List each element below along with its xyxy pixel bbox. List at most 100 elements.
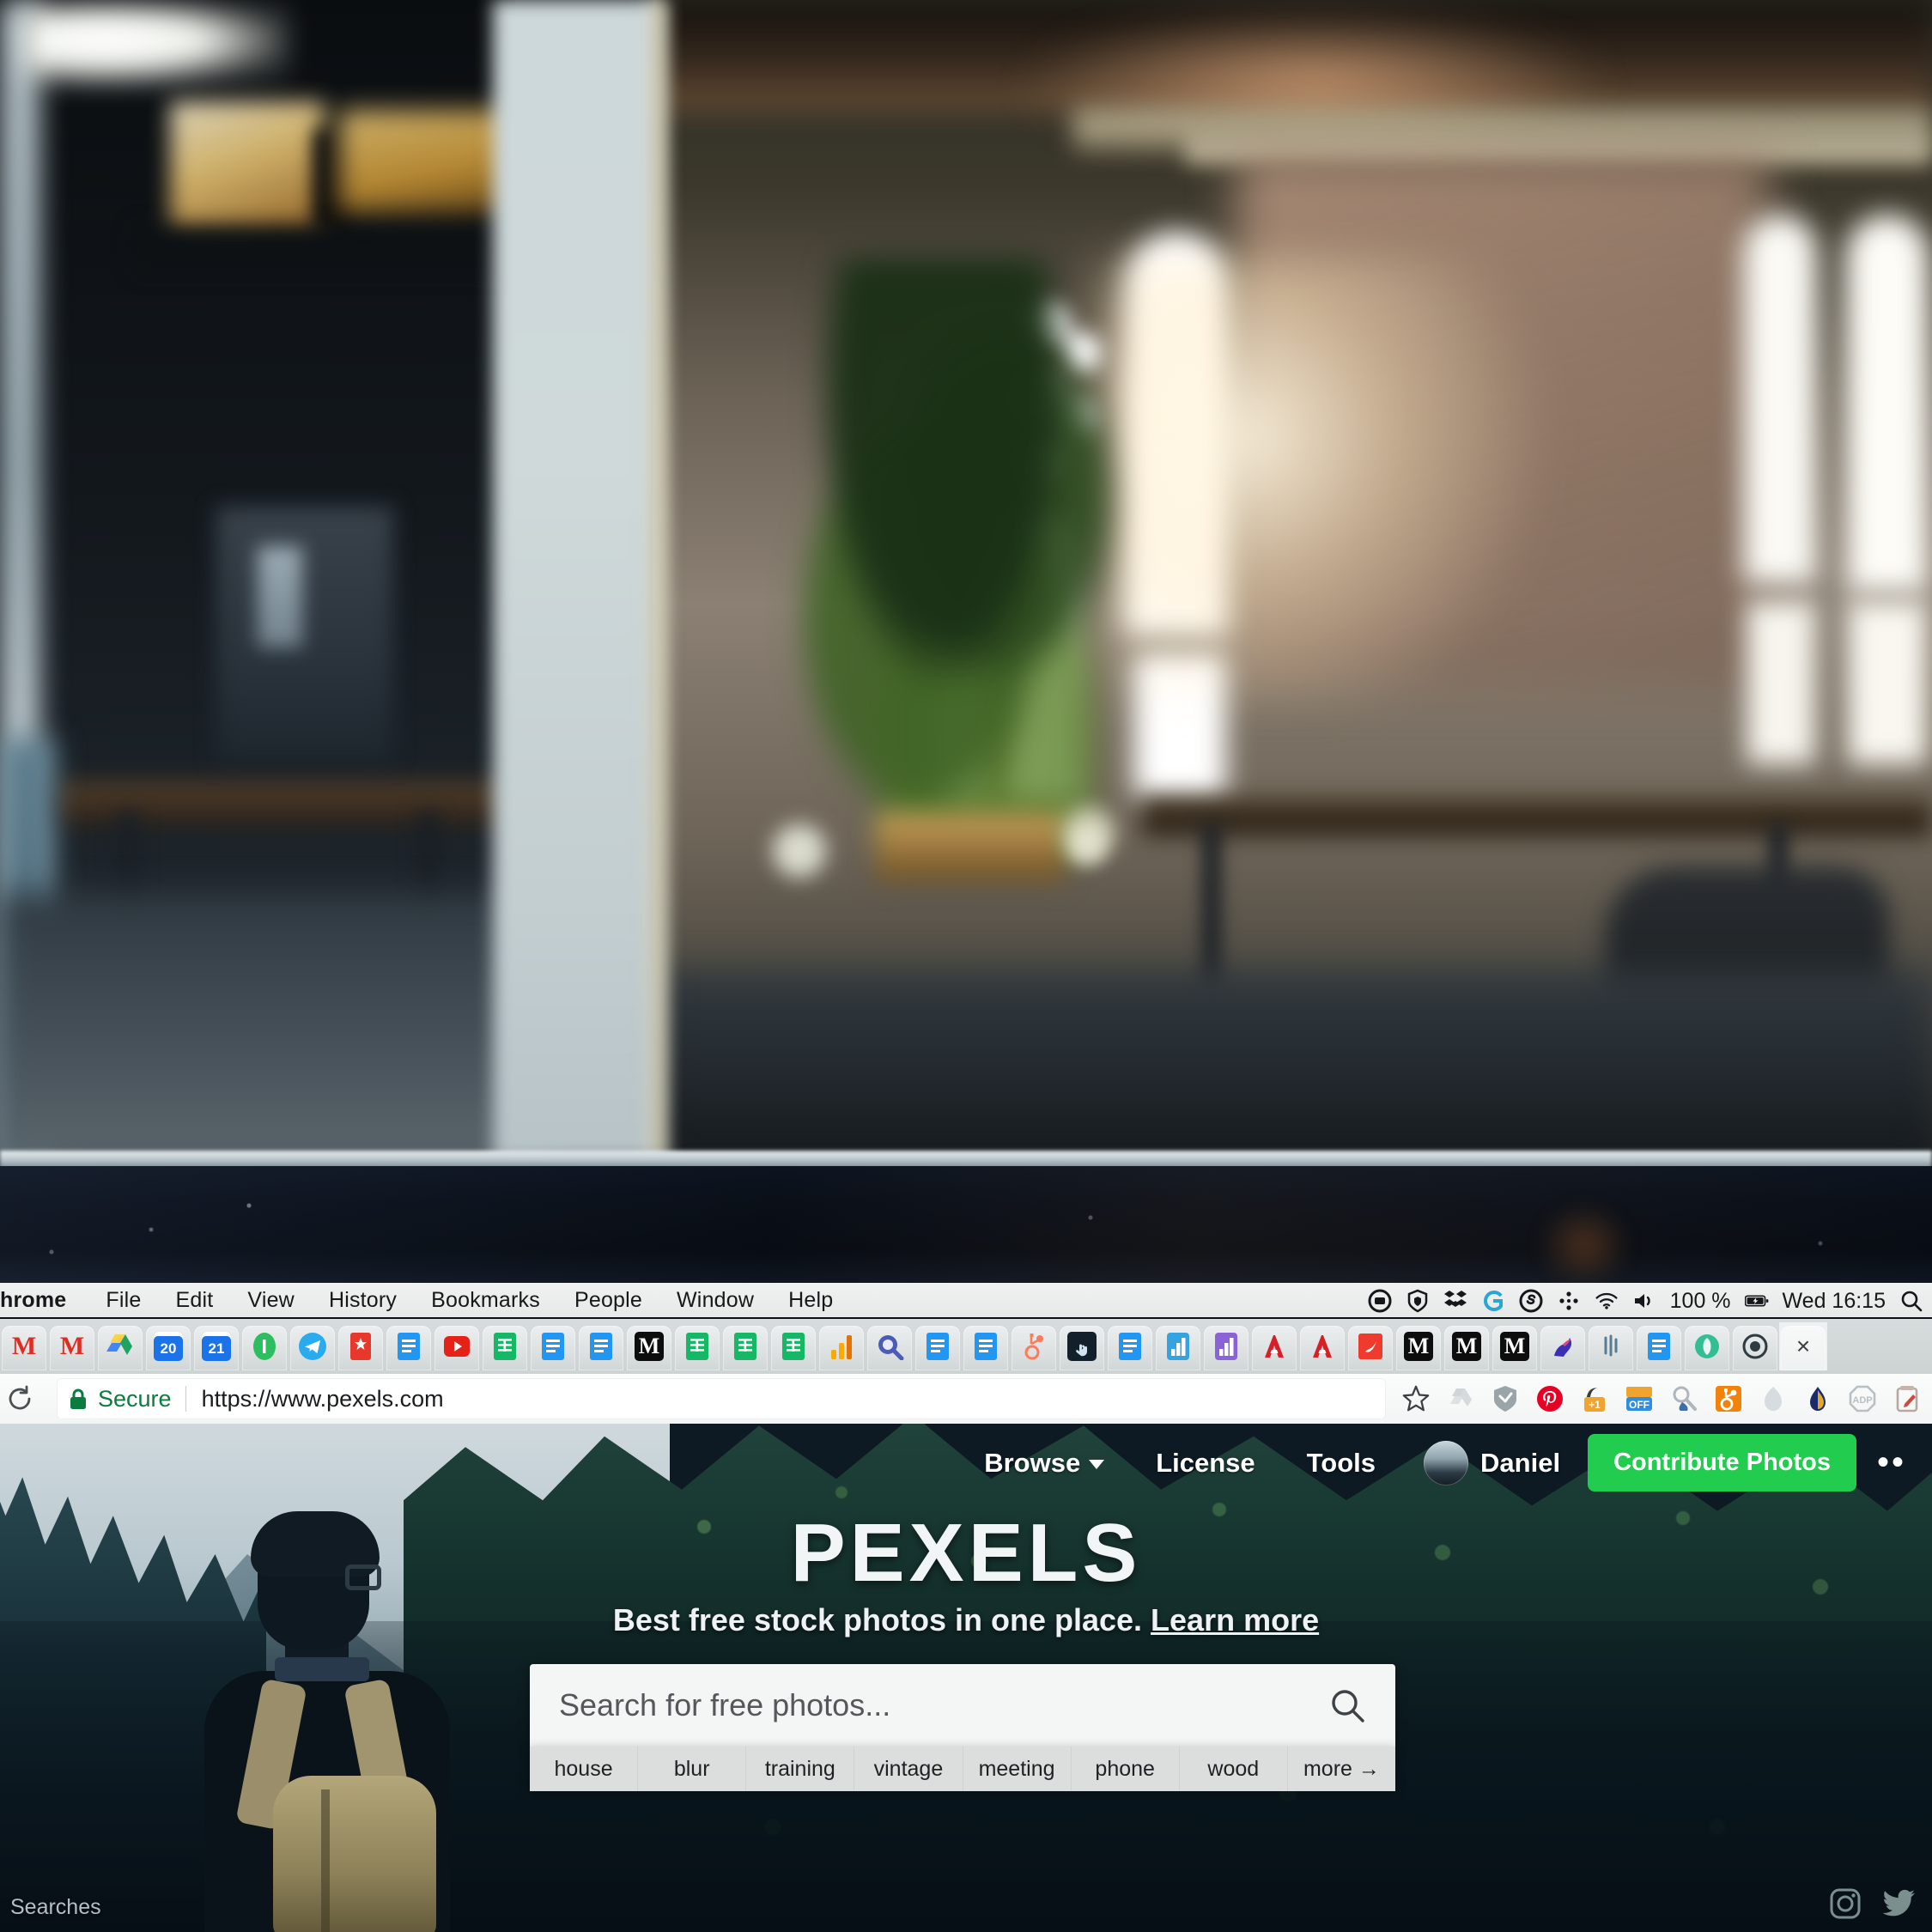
menu-bookmarks[interactable]: Bookmarks <box>414 1288 557 1313</box>
evernote-bookmark[interactable] <box>240 1322 289 1370</box>
search-tag-1[interactable]: house <box>530 1747 639 1791</box>
medium-bookmark[interactable]: M <box>625 1322 673 1370</box>
bookmark-star-icon[interactable] <box>1401 1384 1431 1413</box>
google-drive-bookmark[interactable] <box>96 1322 144 1370</box>
menu-history[interactable]: History <box>312 1288 414 1313</box>
url-text[interactable]: https://www.pexels.com <box>202 1386 444 1413</box>
chevron-down-icon <box>1089 1459 1105 1469</box>
username-label[interactable]: Daniel <box>1480 1448 1560 1479</box>
menu-people[interactable]: People <box>557 1288 659 1313</box>
shield-icon[interactable] <box>1406 1289 1430 1313</box>
menu-edit[interactable]: Edit <box>159 1288 231 1313</box>
shield-grey-extension[interactable] <box>1759 1384 1788 1413</box>
unsplash-horse-bookmark[interactable] <box>1539 1322 1587 1370</box>
search-tag-6[interactable]: phone <box>1072 1747 1180 1791</box>
shutter-bookmark[interactable] <box>1731 1322 1779 1370</box>
screenshot-root: hrome File Edit View History Bookmarks P… <box>0 0 1932 1932</box>
google-docs-5-bookmark[interactable] <box>962 1322 1010 1370</box>
notes-extension[interactable] <box>1893 1384 1922 1413</box>
search-tag-5[interactable]: meeting <box>963 1747 1072 1791</box>
toggle-off-extension[interactable]: OFF <box>1625 1384 1654 1413</box>
google-docs-7-bookmark[interactable] <box>1635 1322 1683 1370</box>
reload-icon[interactable] <box>5 1384 34 1413</box>
youtube-bookmark[interactable] <box>433 1322 481 1370</box>
telegram-bookmark[interactable] <box>289 1322 337 1370</box>
search-tag-3[interactable]: training <box>746 1747 855 1791</box>
nav-item-tools[interactable]: Tools <box>1281 1448 1401 1479</box>
lastpass-extension[interactable] <box>1491 1384 1520 1413</box>
adblock-plus-extension[interactable]: ADP <box>1848 1384 1877 1413</box>
search-tag-8[interactable]: more → <box>1288 1747 1395 1791</box>
search-icon[interactable] <box>1328 1686 1366 1724</box>
dropbox-icon[interactable] <box>1443 1289 1467 1313</box>
browser-url-bar: Secure https://www.pexels.com +1 OFF ADP <box>0 1374 1932 1424</box>
menu-view[interactable]: View <box>230 1288 312 1313</box>
search-box[interactable]: Search for free photos... <box>530 1664 1395 1747</box>
adobe-2-bookmark[interactable] <box>1298 1322 1346 1370</box>
hubspot-extension[interactable] <box>1714 1384 1743 1413</box>
search-tag-4[interactable]: vintage <box>854 1747 963 1791</box>
pinterest-extension[interactable] <box>1535 1384 1564 1413</box>
google-docs-bookmark[interactable] <box>385 1322 433 1370</box>
google-sheets-3-bookmark[interactable] <box>721 1322 769 1370</box>
google-sheets-2-bookmark[interactable] <box>673 1322 721 1370</box>
grammar-plus-one-extension[interactable]: +1 <box>1580 1384 1609 1413</box>
contribute-photos-button[interactable]: Contribute Photos <box>1588 1434 1856 1492</box>
chart-purple-bookmark[interactable] <box>1202 1322 1250 1370</box>
medium-2-bookmark[interactable]: M <box>1394 1322 1443 1370</box>
tagline-text: Best free stock photos in one place. <box>612 1602 1143 1637</box>
clock[interactable]: Wed 16:15 <box>1783 1289 1886 1314</box>
nav-item-browse[interactable]: Browse <box>958 1448 1130 1479</box>
calendar-20-bookmark[interactable]: 20 <box>144 1322 192 1370</box>
omnibox-actions: +1 OFF ADP <box>1386 1384 1932 1413</box>
logitech-g-icon[interactable] <box>1481 1289 1505 1313</box>
bluetooth-snap-icon[interactable] <box>1557 1289 1581 1313</box>
medium-3-bookmark[interactable]: M <box>1443 1322 1491 1370</box>
search-input[interactable]: Search for free photos... <box>559 1687 1328 1723</box>
adobe-bookmark[interactable] <box>1250 1322 1298 1370</box>
search-tag-2[interactable]: blur <box>638 1747 747 1791</box>
close-tab[interactable]: × <box>1779 1322 1827 1370</box>
omnibox[interactable]: Secure https://www.pexels.com <box>57 1378 1386 1419</box>
google-sheets-4-bookmark[interactable] <box>769 1322 817 1370</box>
video-camera-icon[interactable] <box>1368 1289 1392 1313</box>
instagram-icon[interactable] <box>1829 1887 1862 1920</box>
wifi-icon[interactable] <box>1595 1289 1619 1313</box>
battery-charging-icon[interactable] <box>1744 1289 1769 1313</box>
dark-hand-bookmark[interactable] <box>1058 1322 1106 1370</box>
google-docs-3-bookmark[interactable] <box>577 1322 625 1370</box>
pocket-bookmark[interactable] <box>337 1322 385 1370</box>
monitor-screen: hrome File Edit View History Bookmarks P… <box>0 1283 1932 1932</box>
gmail-bookmark[interactable]: M <box>0 1322 48 1370</box>
pexels-bookmark[interactable] <box>1683 1322 1731 1370</box>
twitter-icon[interactable] <box>1882 1889 1917 1918</box>
menu-help[interactable]: Help <box>771 1288 850 1313</box>
user-avatar[interactable] <box>1424 1440 1469 1485</box>
search-icon[interactable] <box>1899 1289 1923 1313</box>
google-docs-4-bookmark[interactable] <box>914 1322 962 1370</box>
google-analytics-bookmark[interactable] <box>817 1322 866 1370</box>
google-sheets-bookmark[interactable] <box>481 1322 529 1370</box>
calendar-21-bookmark[interactable]: 21 <box>192 1322 240 1370</box>
learn-more-link[interactable]: Learn more <box>1151 1602 1319 1637</box>
overflow-menu-icon[interactable]: •• <box>1877 1443 1906 1482</box>
hunter-extension[interactable] <box>1669 1384 1698 1413</box>
chart-blue-bookmark[interactable] <box>1154 1322 1202 1370</box>
medium-4-bookmark[interactable]: M <box>1491 1322 1539 1370</box>
adobe-red-bookmark[interactable] <box>1346 1322 1394 1370</box>
gmail-2-bookmark[interactable]: M <box>48 1322 96 1370</box>
menu-file[interactable]: File <box>88 1288 158 1313</box>
search-tag-7[interactable]: wood <box>1180 1747 1288 1791</box>
evernote-web-clipper-extension[interactable] <box>1803 1384 1832 1413</box>
skype-icon[interactable] <box>1519 1289 1543 1313</box>
volume-icon[interactable] <box>1632 1289 1656 1313</box>
hubspot-bookmark[interactable] <box>1010 1322 1058 1370</box>
menu-app-name[interactable]: hrome <box>0 1288 88 1313</box>
menu-window[interactable]: Window <box>659 1288 771 1313</box>
search-console-bookmark[interactable] <box>866 1322 914 1370</box>
steemit-bookmark[interactable] <box>1587 1322 1635 1370</box>
nav-item-license[interactable]: License <box>1130 1448 1280 1479</box>
drive-extension[interactable] <box>1446 1384 1475 1413</box>
google-docs-6-bookmark[interactable] <box>1106 1322 1154 1370</box>
google-docs-2-bookmark[interactable] <box>529 1322 577 1370</box>
